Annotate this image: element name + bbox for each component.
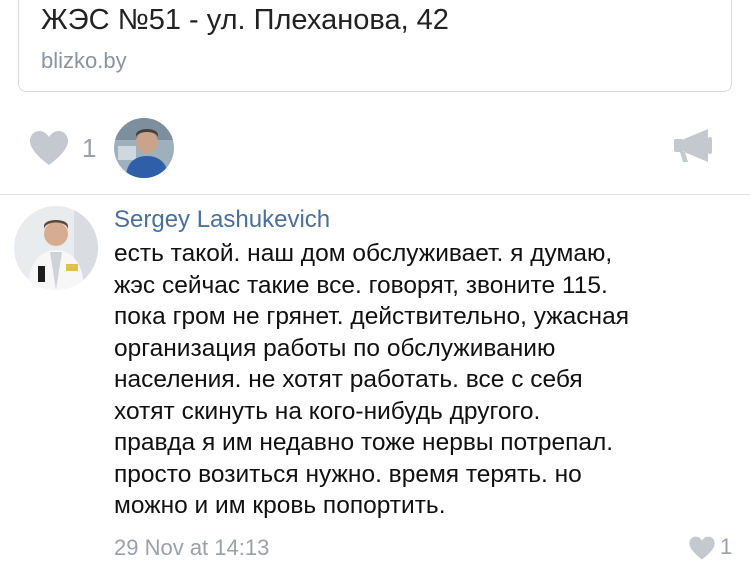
heart-icon[interactable] [28,130,70,166]
comment-text-line: есть такой. наш дом обслуживает. я думаю… [114,240,613,267]
comment-text-line: населения. не хотят работать. все с себя [114,366,583,393]
comment-like-count: 1 [720,534,733,559]
like-count: 1 [82,133,97,163]
megaphone-icon[interactable] [672,128,714,164]
comment-text: есть такой. наш дом обслуживает. я думаю… [114,238,744,522]
comment-text-line: правда я им недавно тоже нервы потрепал. [114,429,614,456]
comment-text-line: жэс сейчас такие все. говорят, звоните 1… [114,271,608,299]
link-title[interactable]: ЖЭС №51 - ул. Плеханова, 42 [41,4,449,37]
comment-timestamp[interactable]: 29 Nov at 14:13 [114,535,269,561]
comment-author-name[interactable]: Sergey Lashukevich [114,206,330,234]
comment-text-line: организация работы по обслуживанию [114,334,556,362]
comment-text-line: хотят скинуть на кого-нибудь другого. [114,397,541,425]
comment-heart-icon[interactable] [688,536,716,560]
comment-text-line: можно и им кровь попортить. [114,492,446,519]
divider [0,194,750,195]
comment-text-line: пока гром не грянет. действительно, ужас… [114,303,629,330]
comment-author-avatar[interactable] [14,206,98,290]
liker-avatar[interactable] [114,118,174,178]
link-domain: blizko.by [41,48,127,73]
comment-text-line: просто возиться нужно. время терять. но [114,460,582,488]
link-preview-card[interactable]: ЖЭС №51 - ул. Плеханова, 42 blizko.by [18,0,732,92]
